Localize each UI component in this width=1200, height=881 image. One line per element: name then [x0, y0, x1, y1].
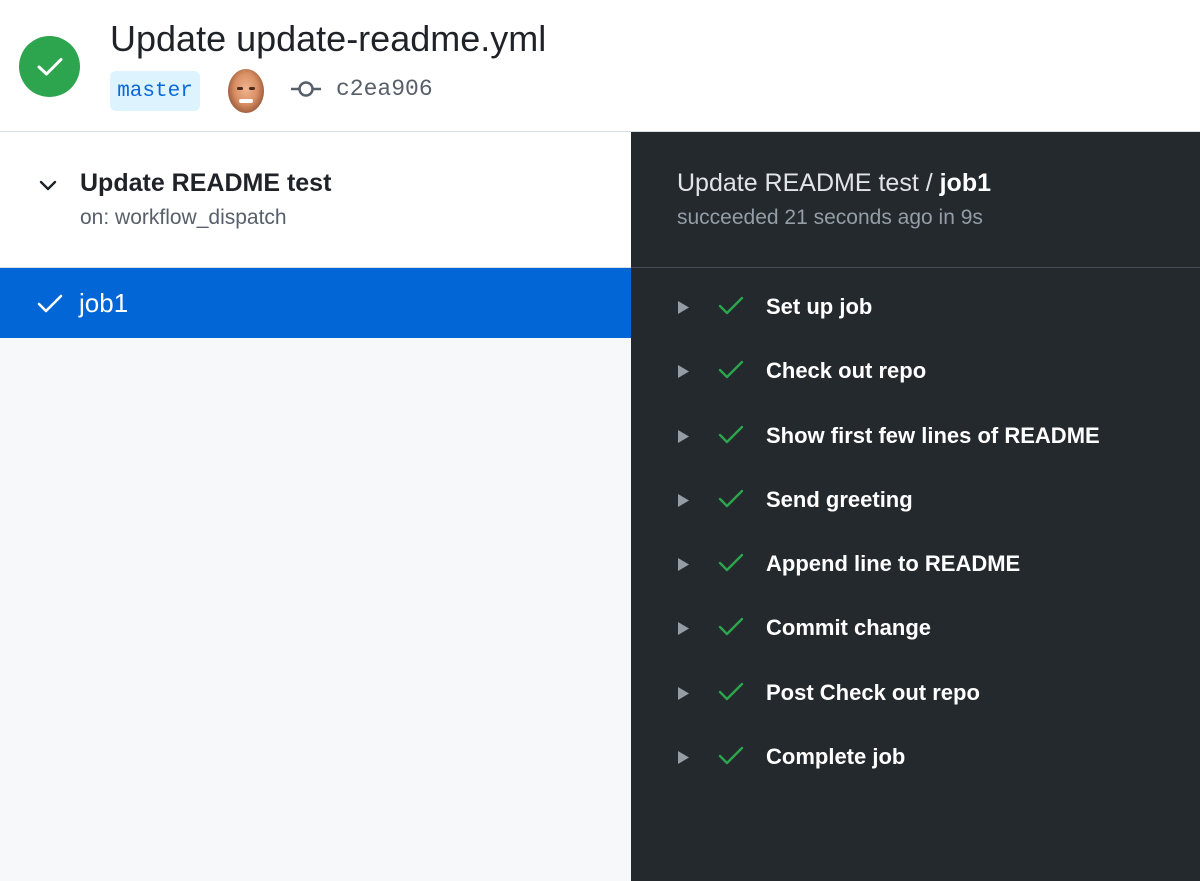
check-icon	[718, 746, 744, 765]
step-row[interactable]: Set up job	[631, 275, 1200, 339]
job-log-workflow-name: Update README test /	[677, 169, 940, 197]
caret-right-icon[interactable]	[677, 429, 690, 444]
caret-right-icon[interactable]	[677, 621, 690, 636]
check-icon	[718, 296, 744, 315]
job-log-header: Update README test / job1 succeeded 21 s…	[631, 132, 1200, 268]
step-label: Set up job	[766, 294, 873, 319]
step-label: Check out repo	[766, 358, 927, 384]
check-icon	[718, 425, 744, 443]
step-row[interactable]: Check out repo	[631, 339, 1200, 403]
step-row[interactable]: Append line to README	[631, 532, 1200, 596]
step-label: Complete job	[766, 744, 906, 770]
step-row[interactable]: Post Check out repo	[631, 661, 1200, 725]
check-icon	[718, 682, 744, 700]
job-log-panel: Update README test / job1 succeeded 21 s…	[631, 132, 1200, 881]
check-icon	[718, 489, 744, 508]
step-label: Send greeting	[766, 486, 913, 512]
step-row[interactable]: Commit change	[631, 596, 1200, 660]
avatar[interactable]	[228, 69, 264, 113]
step-label: Show first few lines of README	[766, 422, 1100, 448]
step-label: Append line to README	[766, 551, 1021, 577]
step-row[interactable]: Complete job	[631, 725, 1200, 789]
job-name: job1	[79, 288, 129, 318]
caret-right-icon[interactable]	[677, 686, 690, 701]
check-icon	[37, 294, 63, 313]
run-title: Update update-readme.yml	[110, 18, 547, 59]
check-icon	[37, 57, 62, 75]
commit-sha-link[interactable]: c2ea906	[336, 76, 433, 102]
step-row[interactable]: Show first few lines of README	[631, 404, 1200, 468]
caret-right-icon[interactable]	[677, 493, 690, 508]
chevron-down-icon[interactable]	[38, 179, 58, 193]
git-commit-icon	[291, 81, 321, 97]
check-icon	[718, 553, 744, 572]
caret-right-icon[interactable]	[677, 750, 690, 765]
run-status-success-icon	[19, 36, 80, 97]
workflow-trigger: on: workflow_dispatch	[80, 206, 287, 229]
workflow-sidebar: Update README test on: workflow_dispatch…	[0, 132, 631, 881]
workflow-name: Update README test	[80, 169, 332, 197]
job-log-title: Update README test / job1	[677, 169, 991, 198]
caret-right-icon[interactable]	[677, 300, 690, 315]
branch-badge[interactable]: master	[110, 71, 200, 111]
workflow-summary: Update README test on: workflow_dispatch	[0, 132, 631, 268]
job-log-job-name: job1	[939, 169, 992, 197]
step-label: Commit change	[766, 615, 932, 641]
step-row[interactable]: Send greeting	[631, 468, 1200, 532]
check-icon	[718, 618, 744, 636]
check-icon	[718, 361, 744, 379]
job-item-job1[interactable]: job1	[0, 268, 631, 338]
caret-right-icon[interactable]	[677, 557, 690, 572]
step-label: Post Check out repo	[766, 679, 980, 705]
run-header: Update update-readme.yml master c2ea906	[0, 0, 1200, 132]
caret-right-icon[interactable]	[677, 364, 690, 379]
step-list: Set up job Check out repo Show first few l…	[631, 275, 1200, 789]
job-status-text: succeeded 21 seconds ago in 9s	[677, 206, 983, 229]
